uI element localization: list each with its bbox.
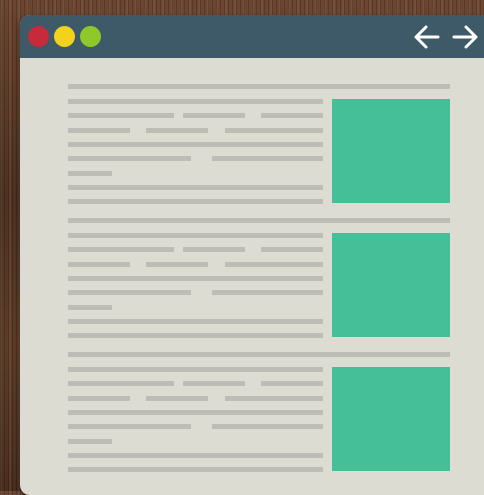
- text-line: [183, 381, 245, 386]
- text-line: [68, 199, 323, 204]
- arrow-left-icon: [414, 25, 440, 49]
- maximize-button[interactable]: [80, 26, 101, 47]
- text-line: [68, 185, 323, 190]
- back-button[interactable]: [412, 22, 442, 52]
- image-placeholder: [332, 99, 450, 203]
- text-line: [68, 381, 174, 386]
- text-line: [225, 396, 323, 401]
- text-line: [68, 396, 130, 401]
- image-placeholder: [332, 367, 450, 471]
- text-line: [212, 156, 323, 161]
- browser-window: [20, 15, 484, 495]
- text-line: [68, 352, 450, 357]
- text-line: [225, 262, 323, 267]
- text-line: [68, 410, 323, 415]
- text-line: [68, 262, 130, 267]
- text-line: [68, 319, 323, 324]
- text-line: [68, 439, 112, 444]
- text-line: [68, 276, 323, 281]
- text-line: [68, 453, 323, 458]
- forward-button[interactable]: [450, 22, 480, 52]
- title-bar: [20, 15, 484, 58]
- text-line: [68, 467, 323, 472]
- text-line: [68, 247, 174, 252]
- minimize-button[interactable]: [54, 26, 75, 47]
- text-line: [261, 113, 323, 118]
- text-line: [68, 142, 323, 147]
- text-line: [68, 128, 130, 133]
- text-line: [225, 128, 323, 133]
- text-line: [68, 113, 174, 118]
- text-line: [212, 290, 323, 295]
- text-line: [146, 262, 208, 267]
- text-line: [68, 156, 191, 161]
- text-line: [68, 233, 323, 238]
- text-line: [68, 218, 450, 223]
- text-line: [183, 113, 245, 118]
- text-line: [68, 424, 191, 429]
- text-line: [68, 290, 191, 295]
- text-line: [68, 84, 450, 89]
- text-line: [68, 333, 323, 338]
- arrow-right-icon: [452, 25, 478, 49]
- text-line: [146, 396, 208, 401]
- text-line: [212, 424, 323, 429]
- text-line: [146, 128, 208, 133]
- text-line: [68, 171, 112, 176]
- close-button[interactable]: [28, 26, 49, 47]
- text-line: [261, 381, 323, 386]
- text-line: [68, 99, 323, 104]
- page-content: [20, 58, 484, 495]
- text-line: [261, 247, 323, 252]
- text-line: [68, 367, 323, 372]
- text-line: [183, 247, 245, 252]
- text-line: [68, 305, 112, 310]
- image-placeholder: [332, 233, 450, 337]
